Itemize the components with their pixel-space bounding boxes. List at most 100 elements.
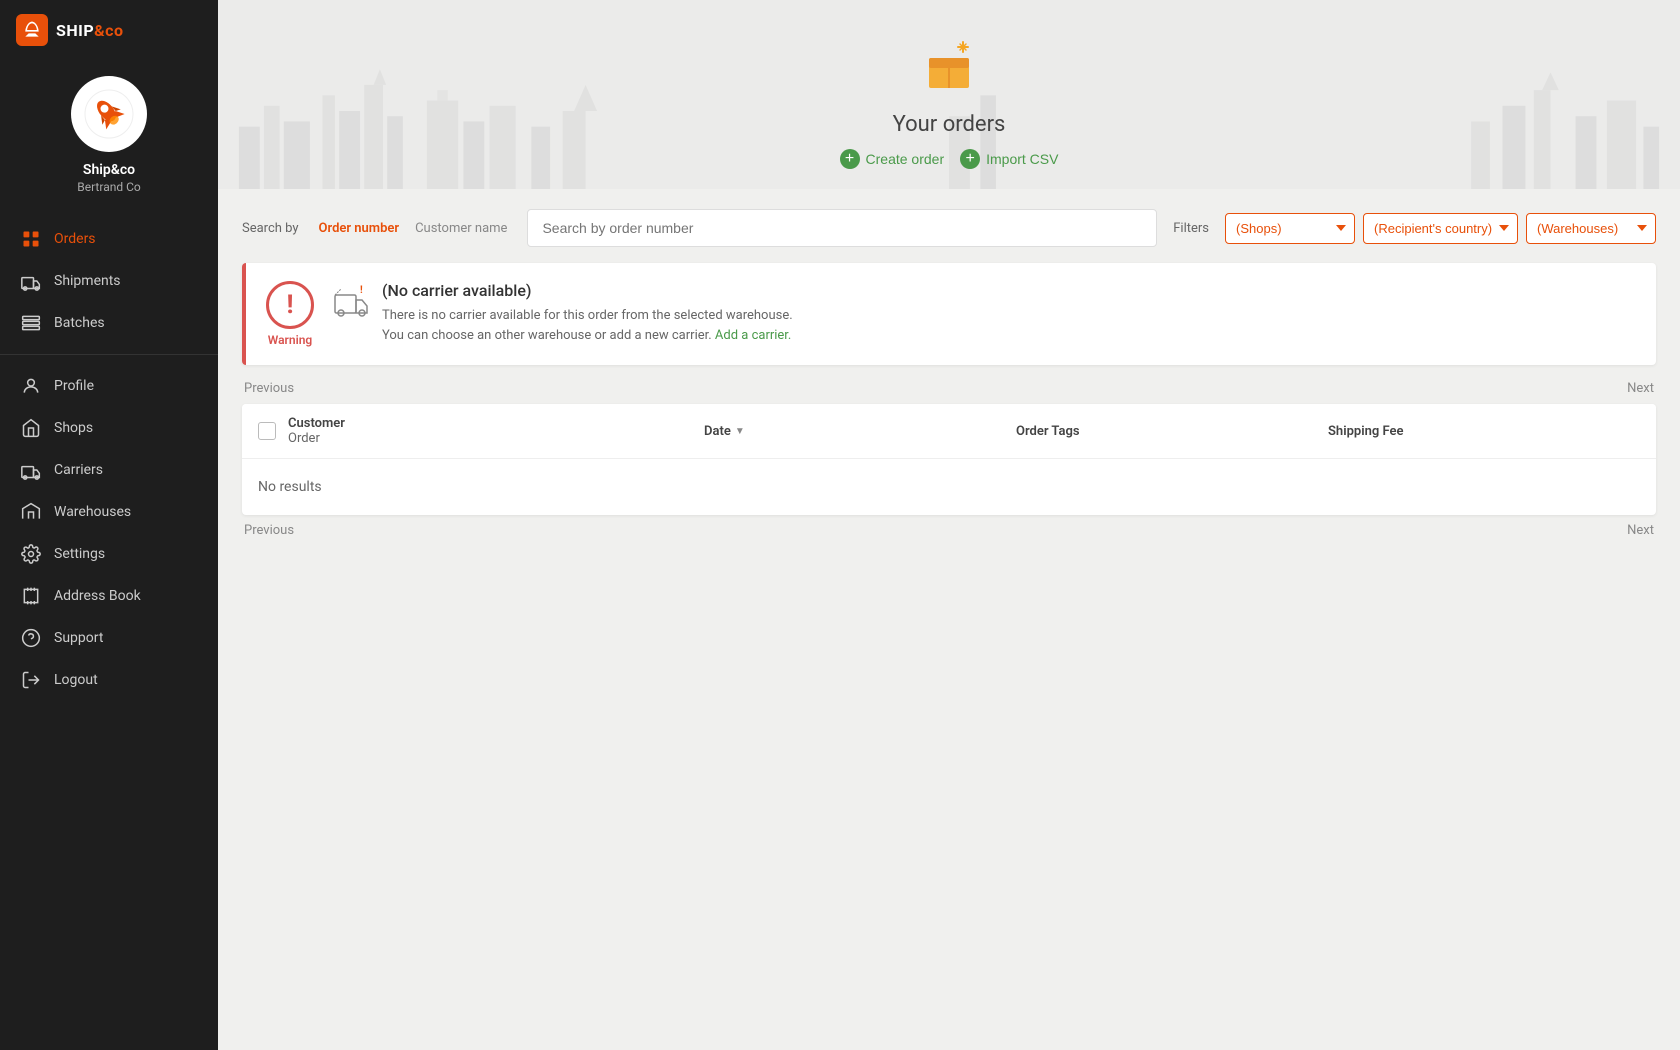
create-order-label: Create order	[866, 151, 945, 167]
pagination-bottom: Previous Next	[242, 523, 1656, 538]
sidebar-item-support[interactable]: Support	[0, 617, 218, 659]
sidebar-profile: Ship&co Bertrand Co	[0, 60, 218, 214]
search-by-label: Search by	[242, 221, 299, 236]
hero-content: Your orders + Create order + Import CSV	[238, 30, 1660, 169]
shipments-icon	[20, 270, 42, 292]
sidebar-item-warehouses-label: Warehouses	[54, 504, 131, 520]
warning-content: ! (No carrier available) There is no car…	[334, 281, 1636, 345]
col-fee-label: Shipping Fee	[1328, 424, 1403, 439]
address-book-icon	[20, 585, 42, 607]
warning-exclamation-icon: !	[266, 281, 314, 329]
sidebar-item-profile[interactable]: Profile	[0, 365, 218, 407]
warning-truck-icon: !	[334, 283, 370, 326]
shops-icon	[20, 417, 42, 439]
warning-icon-wrap: ! Warning	[266, 281, 314, 347]
filter-shops-select[interactable]: (Shops)	[1225, 213, 1355, 244]
warning-text: (No carrier available) There is no carri…	[382, 281, 793, 345]
logo-icon	[16, 14, 48, 46]
avatar	[71, 76, 147, 152]
search-input[interactable]	[527, 209, 1157, 247]
import-csv-label: Import CSV	[986, 151, 1058, 167]
hero-section: Your orders + Create order + Import CSV	[218, 0, 1680, 189]
previous-button-top[interactable]: Previous	[244, 381, 294, 396]
warning-label: Warning	[268, 333, 312, 347]
profile-icon	[20, 375, 42, 397]
sidebar-item-profile-label: Profile	[54, 378, 94, 394]
import-csv-button[interactable]: + Import CSV	[960, 149, 1058, 169]
sidebar-item-carriers-label: Carriers	[54, 462, 103, 478]
settings-icon	[20, 543, 42, 565]
sidebar: SHIP&co Ship&co Bertrand Co	[0, 0, 218, 1050]
sidebar-secondary-nav: Profile Shops Carriers Warehouses	[0, 361, 218, 705]
col-customer-order: Customer Order	[288, 416, 704, 446]
sort-arrow-icon: ▼	[735, 426, 745, 437]
sidebar-main-nav: Orders Shipments Batches	[0, 214, 218, 348]
sidebar-item-shops[interactable]: Shops	[0, 407, 218, 449]
col-date-label: Date	[704, 424, 731, 439]
sidebar-item-batches-label: Batches	[54, 315, 105, 331]
col-customer-label: Customer	[288, 416, 704, 431]
sidebar-item-shipments-label: Shipments	[54, 273, 121, 289]
pagination-top: Previous Next	[242, 381, 1656, 396]
search-tabs: Order number Customer name	[315, 221, 512, 236]
carriers-icon	[20, 459, 42, 481]
col-tags-label: Order Tags	[1016, 424, 1080, 439]
sidebar-item-batches[interactable]: Batches	[0, 302, 218, 344]
batches-icon	[20, 312, 42, 334]
next-button-bottom[interactable]: Next	[1627, 523, 1654, 538]
warning-line1: There is no carrier available for this o…	[382, 306, 793, 326]
profile-company: Bertrand Co	[77, 180, 141, 194]
logo-text: SHIP&co	[56, 21, 124, 40]
col-fee-header: Shipping Fee	[1328, 424, 1640, 439]
select-all-checkbox[interactable]	[258, 422, 276, 440]
add-carrier-link[interactable]: Add a carrier.	[715, 328, 791, 343]
warehouses-icon	[20, 501, 42, 523]
previous-button-bottom[interactable]: Previous	[244, 523, 294, 538]
sidebar-item-address-book[interactable]: Address Book	[0, 575, 218, 617]
main-content: Your orders + Create order + Import CSV …	[218, 0, 1680, 1050]
warning-line2: You can choose an other warehouse or add…	[382, 326, 793, 346]
sidebar-item-orders-label: Orders	[54, 231, 96, 247]
support-icon	[20, 627, 42, 649]
table-header: Customer Order Date ▼ Order Tags Shippin…	[242, 404, 1656, 459]
sidebar-item-warehouses[interactable]: Warehouses	[0, 491, 218, 533]
orders-icon	[20, 228, 42, 250]
next-button-top[interactable]: Next	[1627, 381, 1654, 396]
sidebar-item-logout[interactable]: Logout	[0, 659, 218, 701]
sidebar-item-support-label: Support	[54, 630, 103, 646]
create-order-plus-icon: +	[840, 149, 860, 169]
sidebar-item-carriers[interactable]: Carriers	[0, 449, 218, 491]
profile-name: Ship&co	[83, 162, 135, 178]
search-input-wrap	[527, 209, 1157, 247]
svg-text:!: !	[360, 285, 363, 296]
col-order-label: Order	[288, 431, 704, 446]
orders-content: Search by Order number Customer name Fil…	[218, 189, 1680, 566]
col-tags-header: Order Tags	[1016, 424, 1328, 439]
search-tab-customer-name[interactable]: Customer name	[411, 221, 511, 236]
table-body: No results	[242, 459, 1656, 515]
search-tab-order-number[interactable]: Order number	[315, 221, 404, 236]
search-tab-separator	[403, 221, 411, 236]
import-csv-plus-icon: +	[960, 149, 980, 169]
sidebar-item-orders[interactable]: Orders	[0, 218, 218, 260]
logout-icon	[20, 669, 42, 691]
search-filter-area: Search by Order number Customer name Fil…	[242, 209, 1656, 247]
hero-title: Your orders	[238, 112, 1660, 137]
no-results-message: No results	[258, 479, 1640, 495]
filter-country-select[interactable]: (Recipient's country)	[1363, 213, 1518, 244]
select-all-checkbox-wrap	[258, 422, 288, 440]
hero-actions: + Create order + Import CSV	[238, 149, 1660, 169]
col-date-header[interactable]: Date ▼	[704, 424, 1016, 439]
sidebar-item-shops-label: Shops	[54, 420, 93, 436]
box-icon	[238, 30, 1660, 106]
create-order-button[interactable]: + Create order	[840, 149, 945, 169]
warning-banner: ! Warning ! (No carrier available)	[242, 263, 1656, 365]
sidebar-item-settings-label: Settings	[54, 546, 105, 562]
orders-table: Customer Order Date ▼ Order Tags Shippin…	[242, 404, 1656, 515]
sidebar-item-settings[interactable]: Settings	[0, 533, 218, 575]
sidebar-item-shipments[interactable]: Shipments	[0, 260, 218, 302]
filter-warehouses-select[interactable]: (Warehouses)	[1526, 213, 1656, 244]
filters-label: Filters	[1173, 221, 1209, 236]
sidebar-logo: SHIP&co	[0, 0, 218, 60]
warning-title: (No carrier available)	[382, 281, 793, 300]
